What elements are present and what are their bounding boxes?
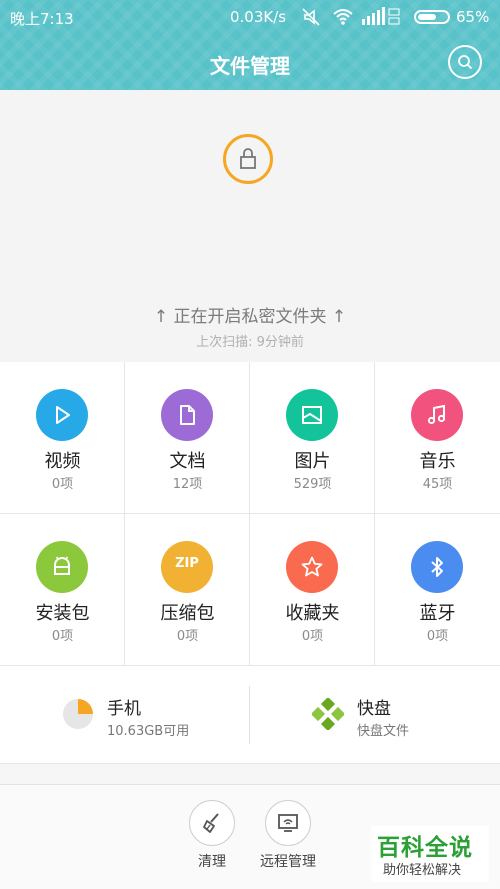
category-label: 图片 <box>294 451 331 472</box>
remote-manage-label: 远程管理 <box>260 854 316 870</box>
search-button[interactable] <box>448 45 482 79</box>
lock-icon <box>240 148 256 169</box>
star-icon <box>301 556 323 577</box>
phone-storage-free: 10.63GB可用 <box>107 724 190 739</box>
category-bluetooth[interactable]: 蓝牙 0项 <box>375 514 500 666</box>
category-document[interactable]: 文档 12项 <box>125 362 250 514</box>
storage-pie-icon <box>63 699 93 729</box>
category-count: 0项 <box>176 629 199 644</box>
category-apk[interactable]: 安装包 0项 <box>0 514 125 666</box>
watermark: 百科全说 助你轻松解决 <box>371 826 489 882</box>
kuaipan-storage[interactable]: 快盘 快盘文件 <box>250 666 500 764</box>
category-count: 0项 <box>51 477 74 492</box>
kuaipan-sub: 快盘文件 <box>357 724 410 739</box>
image-icon <box>302 406 322 424</box>
broom-icon <box>203 813 219 833</box>
battery-icon <box>414 10 450 24</box>
category-label: 收藏夹 <box>285 603 340 624</box>
category-label: 音乐 <box>419 451 456 472</box>
category-image[interactable]: 图片 529项 <box>250 362 375 514</box>
category-label: 安装包 <box>35 603 90 624</box>
remote-monitor-icon <box>278 814 298 832</box>
app-header: 晚上7:13 0.03K/s 65% 文件管理 <box>0 0 500 90</box>
category-label: 视频 <box>44 451 81 472</box>
category-count: 0项 <box>51 629 74 644</box>
phone-storage-title: 手机 <box>107 699 141 719</box>
category-label: 文档 <box>169 451 206 472</box>
zip-category-icon: ZIP <box>161 541 213 593</box>
category-music[interactable]: 音乐 45项 <box>375 362 500 514</box>
music-category-icon <box>411 389 463 441</box>
phone-storage[interactable]: 手机 10.63GB可用 <box>0 666 250 764</box>
category-count: 529项 <box>293 477 332 492</box>
battery-fill <box>418 14 437 20</box>
category-video[interactable]: 视频 0项 <box>0 362 125 514</box>
android-icon <box>54 556 70 575</box>
favorites-category-icon <box>286 541 338 593</box>
category-count: 0项 <box>301 629 324 644</box>
page-title: 文件管理 <box>210 54 290 78</box>
remote-manage-button[interactable] <box>265 800 311 846</box>
mute-icon <box>302 8 320 26</box>
status-bar: 晚上7:13 0.03K/s 65% <box>0 0 500 34</box>
music-icon <box>427 404 446 425</box>
storage-row: 手机 10.63GB可用 快盘 快盘文件 <box>0 666 500 764</box>
kuaipan-title: 快盘 <box>357 699 391 719</box>
image-category-icon <box>286 389 338 441</box>
category-label: 压缩包 <box>160 603 215 624</box>
document-icon <box>180 405 195 425</box>
battery-percent: 65% <box>456 8 490 26</box>
category-label: 蓝牙 <box>419 603 456 624</box>
search-icon <box>458 55 473 70</box>
apk-category-icon <box>36 541 88 593</box>
category-count: 12项 <box>172 477 203 492</box>
last-scan-time: 上次扫描: 9分钟前 <box>196 335 304 350</box>
watermark-subtitle: 助你轻松解决 <box>383 863 462 878</box>
bluetooth-icon <box>431 557 443 577</box>
private-folder-area[interactable]: ↑ 正在开启私密文件夹 ↑ 上次扫描: 9分钟前 <box>0 90 500 362</box>
category-favorites[interactable]: 收藏夹 0项 <box>250 514 375 666</box>
play-icon <box>56 406 70 424</box>
private-folder-hint: ↑ 正在开启私密文件夹 ↑ <box>153 307 347 327</box>
status-time: 晚上7:13 <box>10 10 74 28</box>
clean-label: 清理 <box>198 854 226 870</box>
wifi-icon <box>333 9 353 25</box>
clean-button[interactable] <box>189 800 235 846</box>
bluetooth-category-icon <box>411 541 463 593</box>
network-speed: 0.03K/s <box>230 8 287 26</box>
document-category-icon <box>161 389 213 441</box>
watermark-title: 百科全说 <box>377 835 473 861</box>
category-zip[interactable]: ZIP 压缩包 0项 <box>125 514 250 666</box>
zip-icon: ZIP <box>175 556 199 571</box>
category-count: 0项 <box>426 629 449 644</box>
kuaipan-icon <box>312 698 344 730</box>
category-count: 45项 <box>422 477 453 492</box>
category-grid: 视频 0项 文档 12项 图片 529项 音乐 45项 安装包 0项 ZIP 压… <box>0 362 500 666</box>
signal-icon <box>362 7 400 25</box>
lock-button[interactable] <box>223 134 273 184</box>
video-category-icon <box>36 389 88 441</box>
